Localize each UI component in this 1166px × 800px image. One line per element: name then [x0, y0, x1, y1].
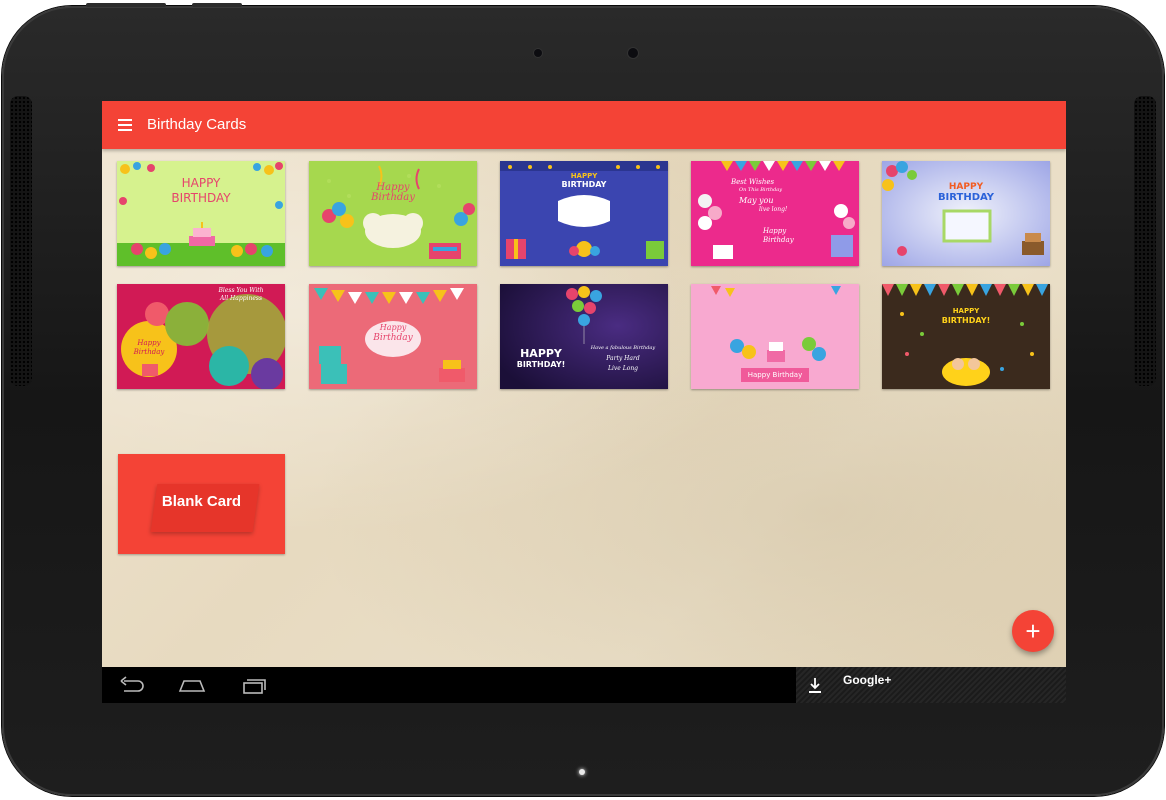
birthday-card-1[interactable]: HAPPY BIRTHDAY [117, 161, 285, 266]
card-grid: HAPPY BIRTHDAY Happy Birthday HAPPY BIRT… [102, 149, 1066, 667]
card-6-line-4: Birthday [133, 348, 165, 356]
back-icon[interactable] [118, 675, 148, 695]
card-5-line-1: HAPPY [948, 182, 984, 192]
birthday-card-2[interactable]: Happy Birthday [309, 161, 477, 266]
card-3-line-2: BIRTHDAY [561, 180, 607, 189]
front-sensor [534, 49, 542, 57]
card-4-line-5: Happy [763, 227, 787, 235]
card-7-line-1: Happy [379, 323, 407, 332]
card-8-artwork [500, 284, 668, 389]
card-4-line-4: live long! [759, 206, 788, 213]
card-8-line-1: HAPPY [520, 347, 562, 360]
blank-card-label: Blank Card [161, 493, 242, 510]
birthday-card-3[interactable]: HAPPY BIRTHDAY [500, 161, 668, 266]
notification-text: Google+ [843, 673, 892, 687]
card-2-line-2: Birthday [371, 192, 415, 203]
card-6-line-3: Happy [137, 339, 161, 347]
birthday-card-5[interactable]: HAPPY BIRTHDAY [882, 161, 1050, 266]
card-10-line-1: HAPPY [952, 307, 980, 315]
home-icon[interactable] [178, 675, 208, 695]
download-icon [808, 676, 822, 694]
plus-icon: + [1025, 616, 1041, 646]
hamburger-menu-icon[interactable] [118, 118, 134, 132]
birthday-card-9[interactable]: Happy Birthday [691, 284, 859, 389]
recents-icon[interactable] [238, 675, 268, 695]
birthday-card-4[interactable]: Best Wishes On This Birthday May you liv… [691, 161, 859, 266]
add-card-fab[interactable]: + [1012, 610, 1054, 652]
right-speaker [1134, 96, 1156, 386]
card-2-artwork [309, 161, 477, 266]
device-notification-led [579, 769, 585, 775]
card-10-artwork [882, 284, 1050, 389]
left-speaker [10, 96, 32, 386]
birthday-card-8[interactable]: HAPPY BIRTHDAY! Have a fabulous Birthday… [500, 284, 668, 389]
front-camera-icon [628, 48, 638, 58]
device-screen: Birthday Cards HAPPY BIRTHDAY Happy Birt… [102, 101, 1066, 703]
card-8-line-4: Party Hard [606, 355, 640, 362]
photo-frame [558, 195, 610, 227]
blank-card[interactable]: Blank Card [118, 454, 285, 554]
cake-icon [767, 342, 785, 362]
card-4-line-6: Birthday [763, 236, 794, 244]
birthday-card-10[interactable]: HAPPY BIRTHDAY! [882, 284, 1050, 389]
kids-illustration [942, 358, 990, 386]
birthday-card-6[interactable]: Bless You With All Happiness Happy Birth… [117, 284, 285, 389]
card-10-line-2: BIRTHDAY! [941, 316, 991, 325]
card-1-line-2: BIRTHDAY [171, 191, 231, 205]
system-navigation-bar: Google+ [102, 667, 1066, 703]
card-8-line-2: BIRTHDAY! [516, 360, 566, 369]
card-5-artwork [882, 161, 1050, 266]
app-title: Birthday Cards [147, 116, 247, 133]
cake-icon [1022, 233, 1044, 255]
card-6-line-2: All Happiness [219, 295, 263, 302]
volume-button [192, 3, 242, 7]
card-4-line-1: Best Wishes [731, 178, 775, 186]
card-1-line-1: HAPPY [181, 176, 221, 190]
app-toolbar: Birthday Cards [102, 101, 1066, 149]
card-6-line-1: Bless You With [218, 287, 264, 294]
card-4-artwork [691, 161, 859, 266]
card-4-line-2: On This Birthday [739, 187, 783, 193]
card-8-line-3: Have a fabulous Birthday [590, 345, 656, 351]
card-3-line-1: HAPPY [570, 172, 598, 180]
card-5-line-2: BIRTHDAY [937, 192, 995, 203]
card-7-line-2: Birthday [373, 333, 413, 343]
card-9-line-1: Happy Birthday [747, 371, 803, 379]
notification-area[interactable]: Google+ [796, 667, 1066, 703]
card-8-line-5: Live Long [607, 365, 639, 372]
birthday-card-7[interactable]: Happy Birthday [309, 284, 477, 389]
card-4-line-3: May you [739, 196, 774, 205]
power-button [86, 3, 166, 7]
